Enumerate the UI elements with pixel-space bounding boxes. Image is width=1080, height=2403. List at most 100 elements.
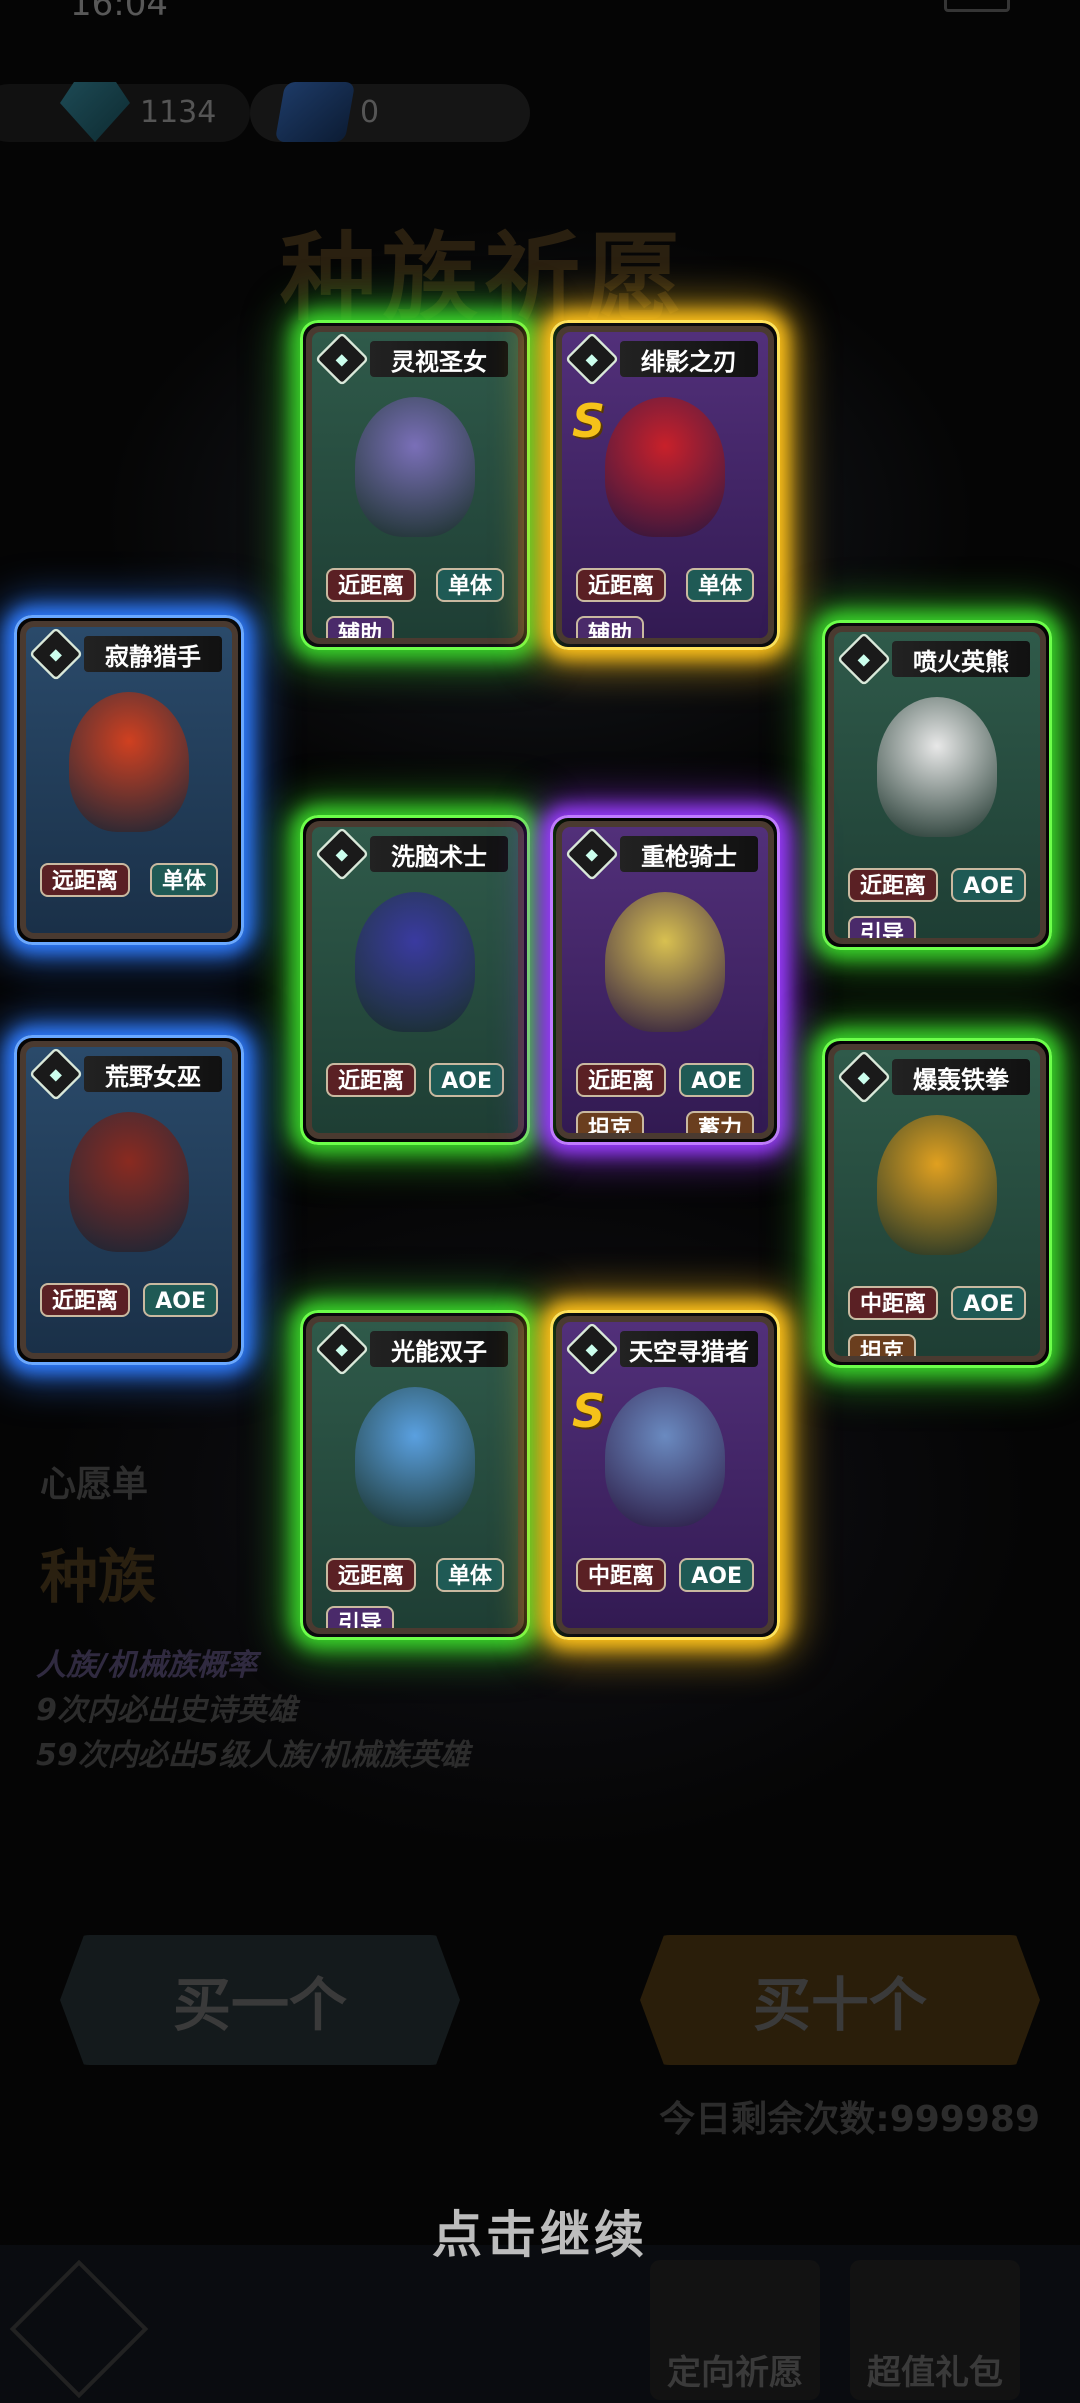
hero-tag: 引导 [326,1606,395,1628]
ticket-amount: 0 [360,94,380,130]
s-rank-mark: S [572,394,606,448]
hero-portrait [582,887,748,1037]
hero-portrait [332,392,498,542]
class-icon: ◆ [564,1322,620,1377]
hero-tag: 近距离 [576,568,667,602]
hero-tag: 蓄力 [685,1111,754,1133]
hero-figure [69,692,189,832]
hero-card[interactable]: ◆ 天空寻猎者 S 中距离 AOE [550,1310,780,1640]
guarantee-epic-text: 9次内必出史诗英雄 [36,1693,297,1728]
card-name-bar: ◆ 重枪骑士 [562,827,768,882]
hero-card[interactable]: ◆ 荒野女巫 近距离 AOE [14,1035,244,1365]
hero-portrait [332,887,498,1037]
class-icon: ◆ [314,827,370,882]
card-frame: ◆ 洗脑术士 近距离 AOE [306,821,524,1139]
class-icon: ◆ [836,632,892,687]
remaining-count: 今日剩余次数:999989 [659,2099,1040,2140]
hero-portrait [582,1382,748,1532]
value-gift-label: 超值礼包 [867,2353,1003,2393]
class-icon: ◆ [564,332,620,387]
card-frame: ◆ 爆轰铁拳中距离 AOE 坦克 [828,1044,1046,1362]
probability-text: 人族/机械族概率 [36,1648,257,1683]
hero-name: 天空寻猎者 [620,1331,758,1367]
hero-tag: 近距离 [326,1063,417,1097]
hero-tag: 单体 [685,568,754,602]
hero-tag: 辅助 [576,616,645,638]
card-name-bar: ◆ 荒野女巫 [26,1047,232,1102]
hero-tag: 坦克 [576,1111,645,1133]
ticket-counter[interactable]: 0 [274,80,380,144]
hero-figure [69,1112,189,1252]
hero-card[interactable]: ◆ 灵视圣女近距离 单体辅助 [300,320,530,650]
card-frame: ◆ 寂静猎手 远距离 单体 [20,621,238,939]
status-time: 16:04 [70,0,168,24]
targeted-wish-label: 定向祈愿 [667,2353,803,2393]
ticket-icon [274,82,356,142]
buy-one-button[interactable]: 买一个 [60,1935,460,2065]
hero-tag: 中距离 [576,1558,667,1592]
card-name-bar: ◆ 光能双子 [312,1322,518,1377]
hero-tag: 单体 [435,568,504,602]
hero-name: 绯影之刃 [620,341,758,377]
buy-one-label: 买一个 [172,1971,347,2039]
card-name-bar: ◆ 寂静猎手 [26,627,232,682]
wish-list-label[interactable]: 心愿单 [40,1455,148,1507]
class-icon: ◆ [314,332,370,387]
hero-figure [877,697,997,837]
hero-portrait [854,1110,1020,1260]
gem-counter[interactable]: 1134 [60,80,216,144]
hero-card[interactable]: ◆ 绯影之刃 S 近距离 单体辅助 [550,320,780,650]
s-rank-mark: S [572,1384,606,1438]
hero-figure [877,1115,997,1255]
hero-tag: 近距离 [40,1283,131,1317]
banner-title: 种族祈愿 [280,222,688,334]
hero-portrait [46,687,212,837]
card-frame: ◆ 喷火英熊 近距离 AOE 引导 [828,626,1046,944]
hero-tag: AOE [951,1286,1026,1320]
hero-tag: 坦克 [848,1334,917,1356]
hero-card[interactable]: ◆ 寂静猎手 远距离 单体 [14,615,244,945]
card-frame: ◆ 灵视圣女近距离 单体辅助 [306,326,524,644]
card-frame: ◆ 光能双子 远距离 单体 引导 [306,1316,524,1634]
battery-icon [944,0,1010,12]
card-name-bar: ◆ 爆轰铁拳 [834,1050,1040,1105]
hero-tag: 远距离 [40,863,131,897]
card-name-bar: ◆ 灵视圣女 [312,332,518,387]
tap-to-continue[interactable]: 点击继续 [0,2195,1080,2267]
hero-name: 灵视圣女 [370,341,508,377]
hero-card[interactable]: ◆ 爆轰铁拳中距离 AOE 坦克 [822,1038,1052,1368]
targeted-wish-tab[interactable]: 定向祈愿 [650,2260,820,2400]
hero-name: 洗脑术士 [370,836,508,872]
hero-tag: 近距离 [576,1063,667,1097]
hero-card[interactable]: ◆ 洗脑术士 近距离 AOE [300,815,530,1145]
hero-tag: AOE [951,868,1026,902]
buy-ten-button[interactable]: 买十个 [640,1935,1040,2065]
hero-card[interactable]: ◆ 重枪骑士近距离 AOE 坦克 蓄力 [550,815,780,1145]
hero-figure [355,892,475,1032]
hero-portrait [46,1107,212,1257]
hero-tag: 引导 [848,916,917,938]
card-name-bar: ◆ 洗脑术士 [312,827,518,882]
hero-card[interactable]: ◆ 喷火英熊 近距离 AOE 引导 [822,620,1052,950]
hero-name: 寂静猎手 [84,636,222,672]
hero-name: 喷火英熊 [892,641,1030,677]
hero-figure [605,1387,725,1527]
hero-tag: 辅助 [326,616,395,638]
hero-figure [605,892,725,1032]
hero-name: 重枪骑士 [620,836,758,872]
hero-name: 荒野女巫 [84,1056,222,1092]
card-frame: ◆ 天空寻猎者 S 中距离 AOE [556,1316,774,1634]
hero-portrait [582,392,748,542]
hero-card[interactable]: ◆ 光能双子 远距离 单体 引导 [300,1310,530,1640]
card-frame: ◆ 重枪骑士近距离 AOE 坦克 蓄力 [556,821,774,1139]
class-icon: ◆ [28,627,84,682]
guarantee-level5-text: 59次内必出5级人族/机械族英雄 [36,1738,470,1773]
hero-tag: AOE [679,1063,754,1097]
card-name-bar: ◆ 绯影之刃 [562,332,768,387]
hero-tag: 中距离 [848,1286,939,1320]
hero-tag: AOE [679,1558,754,1592]
class-icon: ◆ [28,1047,84,1102]
value-gift-tab[interactable]: 超值礼包 [850,2260,1020,2400]
card-name-bar: ◆ 喷火英熊 [834,632,1040,687]
hero-tag: 近距离 [326,568,417,602]
